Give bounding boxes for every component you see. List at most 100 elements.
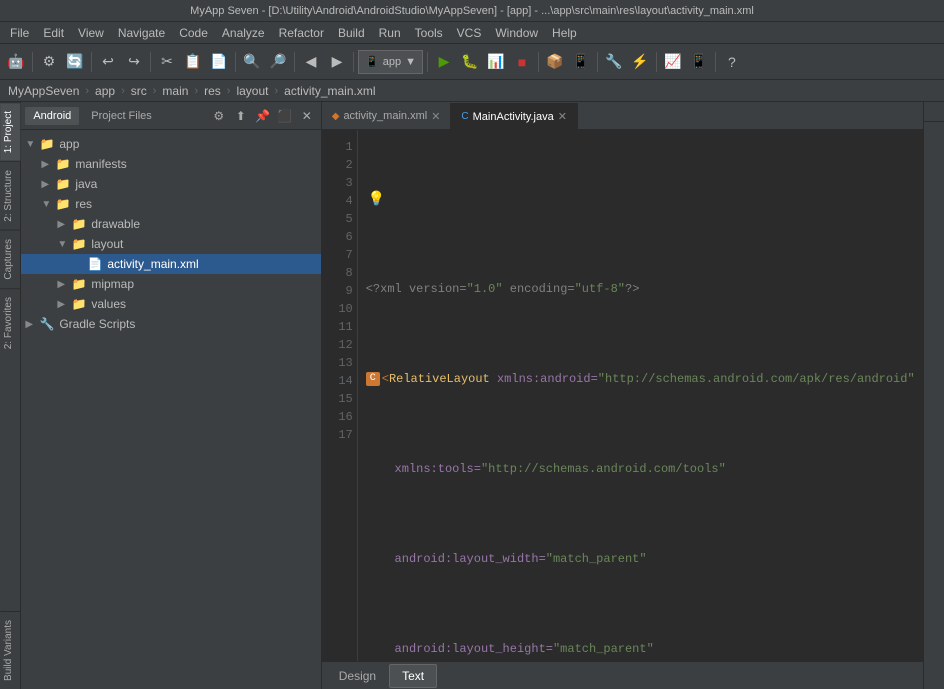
folder-icon-manifests: 📁 [55, 156, 71, 172]
attr-layout-height: android:layout_height= [366, 640, 553, 658]
sidebar-tab-favorites[interactable]: 2: Favorites [0, 288, 20, 357]
expand-icon[interactable]: ⬛ [275, 106, 295, 126]
menu-help[interactable]: Help [546, 24, 583, 42]
replace-btn[interactable]: 🔎 [266, 50, 290, 74]
line-num-9: 9 [326, 282, 353, 300]
breadcrumb-layout[interactable]: layout [234, 84, 270, 98]
sdk-btn[interactable]: 📦 [543, 50, 567, 74]
menu-navigate[interactable]: Navigate [112, 24, 171, 42]
editor-tab-mainactivity[interactable]: C MainActivity.java ✕ [451, 103, 578, 129]
xml-tab-icon: ◆ [332, 111, 340, 122]
tab-close-activity-main[interactable]: ✕ [431, 110, 440, 123]
sidebar-tab-captures[interactable]: Captures [0, 230, 20, 288]
menu-file[interactable]: File [4, 24, 35, 42]
breadcrumb-res[interactable]: res [202, 84, 223, 98]
code-content[interactable]: 💡 <?xml version="1.0" encoding="utf-8"?>… [358, 130, 923, 661]
toolbar-separator-6 [353, 52, 354, 72]
tree-arrow-drawable: ▶ [57, 219, 71, 230]
project-tab-files[interactable]: Project Files [83, 107, 160, 125]
open-bracket-2: < [382, 370, 389, 388]
tree-item-gradle[interactable]: ▶ 🔧 Gradle Scripts [21, 314, 320, 334]
sidebar-tab-structure[interactable]: 2: Structure [0, 161, 20, 230]
bottom-tabs: Design Text [322, 661, 923, 689]
menu-run[interactable]: Run [373, 24, 407, 42]
tree-item-layout[interactable]: ▼ 📁 layout [21, 234, 320, 254]
profiler-btn[interactable]: 📈 [661, 50, 685, 74]
close-panel-icon[interactable]: ✕ [297, 106, 317, 126]
breadcrumb-main[interactable]: main [160, 84, 190, 98]
device-btn[interactable]: 📱 [687, 50, 711, 74]
next-btn[interactable]: ▶ [325, 50, 349, 74]
tree-item-java[interactable]: ▶ 📁 java [21, 174, 320, 194]
editor-tab-label-activity-main: activity_main.xml [343, 110, 427, 122]
tree-item-mipmap[interactable]: ▶ 📁 mipmap [21, 274, 320, 294]
menu-refactor[interactable]: Refactor [273, 24, 330, 42]
breadcrumb-src[interactable]: src [129, 84, 149, 98]
debug-btn[interactable]: 🐛 [458, 50, 482, 74]
prev-btn[interactable]: ◀ [299, 50, 323, 74]
menu-window[interactable]: Window [489, 24, 544, 42]
line-num-12: 12 [326, 336, 353, 354]
gradle-sync-btn[interactable]: 🔧 [602, 50, 626, 74]
right-tab-placeholder[interactable] [924, 102, 944, 122]
line-num-16: 16 [326, 408, 353, 426]
line-num-2: 2 [326, 156, 353, 174]
help-btn[interactable]: ? [720, 50, 744, 74]
run-with-coverage-btn[interactable]: 📊 [484, 50, 508, 74]
avd-btn[interactable]: 📱 [569, 50, 593, 74]
breadcrumb-myappseven[interactable]: MyAppSeven [6, 84, 81, 98]
menu-edit[interactable]: Edit [37, 24, 70, 42]
project-toolbar-icons: ⚙ ⬆ 📌 ⬛ ✕ [209, 106, 317, 126]
menu-analyze[interactable]: Analyze [216, 24, 271, 42]
folder-icon-values: 📁 [71, 296, 87, 312]
app-dropdown[interactable]: 📱 app ▼ [358, 50, 423, 74]
gradle-execute-btn[interactable]: ⚡ [628, 50, 652, 74]
sidebar-spacer [0, 357, 20, 611]
menu-code[interactable]: Code [173, 24, 214, 42]
sync-btn[interactable]: 🔄 [63, 50, 87, 74]
run-btn[interactable]: ▶ [432, 50, 456, 74]
breadcrumb-file[interactable]: activity_main.xml [282, 84, 377, 98]
breadcrumb-app[interactable]: app [93, 84, 117, 98]
code-line-3: xmlns:tools="http://schemas.android.com/… [366, 460, 915, 478]
undo-btn[interactable]: ↩ [96, 50, 120, 74]
paste-btn[interactable]: 📄 [207, 50, 231, 74]
line-num-5: 5 [326, 210, 353, 228]
menu-build[interactable]: Build [332, 24, 371, 42]
sidebar-tab-project[interactable]: 1: Project [0, 102, 20, 161]
tab-close-mainactivity[interactable]: ✕ [558, 110, 567, 123]
bottom-tab-text[interactable]: Text [389, 664, 437, 688]
android-icon[interactable]: 🤖 [4, 50, 28, 74]
tree-item-values[interactable]: ▶ 📁 values [21, 294, 320, 314]
copy-btn[interactable]: 📋 [181, 50, 205, 74]
editor-tab-activity-main[interactable]: ◆ activity_main.xml ✕ [322, 103, 452, 129]
hint-bulb-icon: 💡 [368, 191, 385, 209]
toolbar: 🤖 ⚙ 🔄 ↩ ↪ ✂ 📋 📄 🔍 🔎 ◀ ▶ 📱 app ▼ ▶ 🐛 📊 ■ … [0, 44, 944, 80]
project-tab-android[interactable]: Android [25, 107, 79, 125]
redo-btn[interactable]: ↪ [122, 50, 146, 74]
editor-tabs: ◆ activity_main.xml ✕ C MainActivity.jav… [322, 102, 923, 130]
collapse-all-icon[interactable]: ⬆ [231, 106, 251, 126]
pin-icon[interactable]: 📌 [253, 106, 273, 126]
toolbar-separator-5 [294, 52, 295, 72]
sdk-manager-btn[interactable]: ⚙ [37, 50, 61, 74]
sidebar-tab-build-variants[interactable]: Build Variants [0, 611, 20, 689]
stop-btn[interactable]: ■ [510, 50, 534, 74]
tree-item-manifests[interactable]: ▶ 📁 manifests [21, 154, 320, 174]
gear-settings-icon[interactable]: ⚙ [209, 106, 229, 126]
menu-vcs[interactable]: VCS [451, 24, 488, 42]
menu-view[interactable]: View [72, 24, 110, 42]
tree-item-app[interactable]: ▼ 📁 app [21, 134, 320, 154]
tree-item-drawable[interactable]: ▶ 📁 drawable [21, 214, 320, 234]
menu-tools[interactable]: Tools [409, 24, 449, 42]
tree-item-res[interactable]: ▼ 📁 res [21, 194, 320, 214]
toolbar-separator-2 [91, 52, 92, 72]
bottom-tab-design[interactable]: Design [326, 664, 389, 688]
tree-arrow-res: ▼ [41, 199, 55, 210]
folder-icon-java: 📁 [55, 176, 71, 192]
search-btn[interactable]: 🔍 [240, 50, 264, 74]
line-num-6: 6 [326, 228, 353, 246]
tree-label-mipmap: mipmap [91, 277, 134, 291]
cut-btn[interactable]: ✂ [155, 50, 179, 74]
tree-item-activity-main[interactable]: 📄 activity_main.xml [21, 254, 320, 274]
